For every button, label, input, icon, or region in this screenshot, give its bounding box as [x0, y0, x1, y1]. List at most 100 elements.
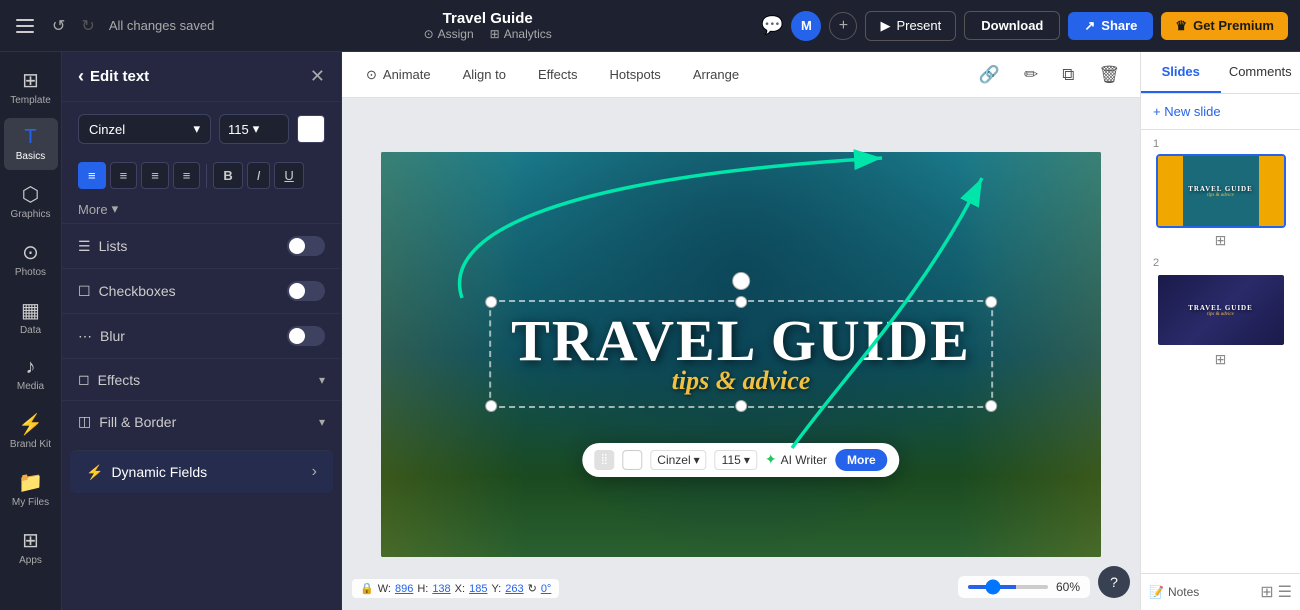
basics-icon: T	[24, 126, 36, 149]
panel-header: ‹ Edit text ✕	[62, 52, 341, 102]
more-button[interactable]: More ▾	[78, 201, 118, 217]
grid-view-button[interactable]: ⊞	[1260, 582, 1273, 602]
effects-button[interactable]: Effects	[530, 63, 586, 86]
font-selector[interactable]: Cinzel ▾	[78, 114, 211, 144]
myfiles-icon: 📁	[18, 470, 43, 495]
handle-br[interactable]	[985, 400, 997, 412]
slide1-actions: ⊞	[1215, 232, 1227, 249]
lists-section-header[interactable]: ☰ Lists	[78, 236, 325, 256]
align-justify-button[interactable]: ≡	[173, 162, 201, 189]
assign-label: Assign	[438, 27, 474, 41]
slide-thumb-2[interactable]: TRAVEL GUIDE tips & advice	[1156, 273, 1286, 347]
x-value: 185	[469, 583, 487, 595]
topbar-right: 💬 M + ▶ Present Download ↗ Share ♛ Get P…	[761, 11, 1288, 41]
zoom-slider[interactable]	[968, 585, 1048, 589]
sidebar-item-basics[interactable]: T Basics	[4, 118, 58, 170]
assign-meta[interactable]: ⊙ Assign	[424, 27, 474, 41]
checkboxes-icon: ☐	[78, 283, 91, 300]
pen-icon[interactable]: ✏	[1020, 61, 1042, 89]
checkboxes-section-header[interactable]: ☐ Checkboxes	[78, 281, 325, 301]
ft-font-selector[interactable]: Cinzel ▾	[650, 450, 706, 470]
present-button[interactable]: ▶ Present	[865, 11, 956, 41]
blur-section-header[interactable]: ⋯ Blur	[78, 326, 325, 346]
panel-close-button[interactable]: ✕	[310, 66, 325, 87]
slide-item-1[interactable]: 1 TRAVEL GUIDE tips & advice ⊞	[1149, 138, 1292, 249]
avatar[interactable]: M	[791, 11, 821, 41]
slide1-action-icon[interactable]: ⊞	[1215, 232, 1227, 249]
share-icon: ↗	[1084, 18, 1095, 34]
sidebar-item-data[interactable]: ▦ Data	[4, 290, 58, 344]
title-container[interactable]: ↻ TRAVEL GUIDE tips & advice	[489, 300, 993, 408]
canvas[interactable]: ↻ TRAVEL GUIDE tips & advice	[381, 152, 1101, 557]
lists-icon: ☰	[78, 238, 91, 255]
slide2-action-icon[interactable]: ⊞	[1215, 351, 1227, 368]
font-size-selector[interactable]: 115 ▾	[219, 114, 289, 144]
arrange-button[interactable]: Arrange	[685, 63, 747, 86]
download-button[interactable]: Download	[964, 11, 1060, 40]
premium-button[interactable]: ♛ Get Premium	[1161, 12, 1288, 40]
underline-button[interactable]: U	[274, 162, 303, 189]
premium-label: Get Premium	[1193, 18, 1274, 33]
blur-icon: ⋯	[78, 328, 92, 345]
hotspots-button[interactable]: Hotspots	[602, 63, 669, 86]
rotate-handle[interactable]: ↻	[732, 272, 750, 290]
link-icon[interactable]: 🔗	[975, 61, 1004, 89]
text-color-swatch[interactable]	[297, 115, 325, 143]
handle-tc[interactable]	[735, 296, 747, 308]
slide-item-2[interactable]: 2 TRAVEL GUIDE tips & advice ⊞	[1149, 257, 1292, 368]
handle-bc[interactable]	[735, 400, 747, 412]
slide-thumb-1[interactable]: TRAVEL GUIDE tips & advice	[1156, 154, 1286, 228]
sidebar-item-brandkit[interactable]: ⚡ Brand Kit	[4, 404, 58, 458]
slide2-subtitle: tips & advice	[1188, 312, 1253, 317]
new-slide-button[interactable]: + New slide	[1141, 94, 1300, 130]
redo-button[interactable]: ↻	[75, 12, 100, 40]
sidebar-item-graphics[interactable]: ⬡ Graphics	[4, 174, 58, 228]
align-to-button[interactable]: Align to	[455, 63, 514, 86]
font-chevron: ▾	[193, 121, 200, 137]
ft-more-button[interactable]: More	[835, 449, 888, 471]
animate-button[interactable]: ⊙ Animate	[358, 63, 439, 87]
comments-button[interactable]: 💬	[761, 15, 783, 36]
undo-button[interactable]: ↺	[46, 12, 71, 40]
ft-drag-icon[interactable]: ⣿	[594, 450, 614, 470]
copy-icon[interactable]: ⧉	[1058, 61, 1078, 89]
sidebar-item-template[interactable]: ⊞ Template	[4, 60, 58, 114]
ft-ai-writer[interactable]: ✦ AI Writer	[765, 451, 827, 468]
analytics-meta[interactable]: ⊞ Analytics	[490, 27, 552, 41]
ft-color-swatch[interactable]	[622, 450, 642, 470]
checkboxes-toggle[interactable]	[287, 281, 325, 301]
dynamic-fields-header[interactable]: ⚡ Dynamic Fields ›	[86, 463, 317, 481]
hamburger-menu[interactable]	[12, 15, 38, 37]
center-area: ⊙ Animate Align to Effects Hotspots Arra…	[342, 52, 1140, 610]
sidebar-item-media[interactable]: ♪ Media	[4, 348, 58, 400]
handle-bl[interactable]	[485, 400, 497, 412]
bold-button[interactable]: B	[213, 162, 242, 189]
align-left-button[interactable]: ≡	[78, 162, 106, 189]
fill-border-label: Fill & Border	[99, 414, 176, 430]
delete-icon[interactable]: 🗑	[1094, 61, 1124, 89]
tab-comments[interactable]: Comments	[1221, 52, 1300, 93]
zoom-percentage: 60%	[1056, 580, 1080, 594]
add-collaborator-button[interactable]: +	[829, 12, 857, 40]
tab-slides[interactable]: Slides	[1141, 52, 1221, 93]
notes-button[interactable]: 📝 Notes	[1149, 582, 1199, 602]
handle-tr[interactable]	[985, 296, 997, 308]
sidebar-item-apps[interactable]: ⊞ Apps	[4, 520, 58, 574]
italic-button[interactable]: I	[247, 162, 271, 189]
list-view-button[interactable]: ☰	[1278, 582, 1292, 602]
back-icon[interactable]: ‹	[78, 66, 84, 87]
sidebar-item-photos[interactable]: ⊙ Photos	[4, 232, 58, 286]
align-right-button[interactable]: ≡	[141, 162, 169, 189]
lists-section: ☰ Lists	[62, 223, 341, 268]
effects-section-header[interactable]: ◻ Effects ▾	[78, 371, 325, 388]
lists-section-title: ☰ Lists	[78, 238, 127, 255]
help-button[interactable]: ?	[1098, 566, 1130, 598]
fill-border-section-header[interactable]: ◫ Fill & Border ▾	[78, 413, 325, 430]
lists-toggle[interactable]	[287, 236, 325, 256]
share-button[interactable]: ↗ Share	[1068, 12, 1153, 40]
handle-tl[interactable]	[485, 296, 497, 308]
ft-size-selector[interactable]: 115 ▾	[715, 450, 757, 470]
align-center-button[interactable]: ≡	[110, 162, 138, 189]
sidebar-item-myfiles[interactable]: 📁 My Files	[4, 462, 58, 516]
blur-toggle[interactable]	[287, 326, 325, 346]
